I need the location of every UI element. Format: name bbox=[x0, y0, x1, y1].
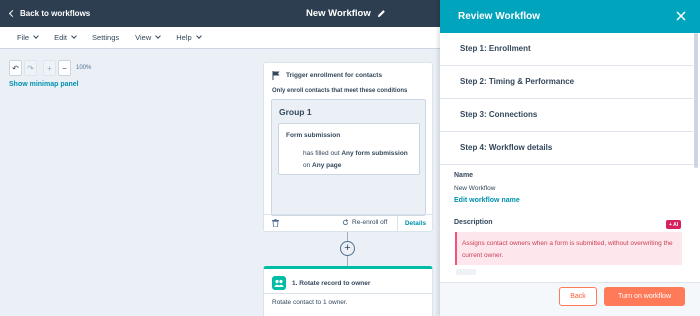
edit-description-button[interactable] bbox=[456, 269, 476, 275]
add-action-button[interactable]: + bbox=[340, 241, 355, 256]
menu-bar: File Edit Settings View Help bbox=[0, 27, 440, 49]
filter-value: Any page bbox=[312, 162, 342, 169]
turn-on-workflow-button[interactable]: Turn on workflow bbox=[604, 287, 685, 306]
step-connections[interactable]: Step 3: Connections bbox=[440, 99, 693, 132]
trigger-title: Trigger enrollment for contacts bbox=[286, 72, 383, 79]
enrollment-trigger-card[interactable]: Trigger enrollment for contacts Only enr… bbox=[263, 62, 433, 232]
menu-view[interactable]: View bbox=[135, 33, 162, 42]
step-label: Step 1: Enrollment bbox=[460, 44, 531, 53]
trigger-footer: Re-enroll off Details bbox=[264, 214, 432, 231]
menu-file[interactable]: File bbox=[17, 33, 39, 42]
description-value: Assigns contact owners when a form is su… bbox=[455, 232, 682, 265]
rotate-owner-icon bbox=[272, 276, 286, 290]
step-timing-performance[interactable]: Step 2: Timing & Performance bbox=[440, 66, 693, 99]
filter-text: has filled out bbox=[303, 150, 342, 157]
close-icon[interactable] bbox=[675, 10, 687, 22]
action-card[interactable]: 1. Rotate record to owner Rotate contact… bbox=[263, 266, 433, 316]
back-to-workflows-link[interactable]: Back to workflows bbox=[8, 9, 91, 18]
panel-header: Review Workflow bbox=[440, 0, 700, 33]
top-bar: Back to workflows New Workflow bbox=[0, 0, 440, 27]
canvas-toolbar: ↶ ↷ + − 100% bbox=[9, 60, 91, 76]
reenroll-toggle[interactable]: Re-enroll off bbox=[342, 219, 387, 226]
step-workflow-details[interactable]: Step 4: Workflow details bbox=[440, 132, 693, 165]
group-label: Group 1 bbox=[279, 107, 312, 117]
flag-icon bbox=[272, 71, 280, 80]
plus-icon: + bbox=[47, 63, 52, 73]
panel-scrollbar[interactable] bbox=[694, 33, 698, 168]
reenroll-label: Re-enroll off bbox=[352, 219, 388, 226]
chevron-left-icon bbox=[8, 9, 17, 18]
step-label: Step 2: Timing & Performance bbox=[460, 77, 575, 86]
filter-text: on bbox=[303, 162, 313, 169]
filter-value: Any form submission bbox=[341, 150, 408, 157]
zoom-out-button[interactable]: − bbox=[58, 60, 71, 76]
pencil-icon[interactable] bbox=[377, 9, 386, 18]
back-label: Back to workflows bbox=[20, 9, 91, 18]
menu-edit[interactable]: Edit bbox=[54, 33, 77, 42]
review-workflow-panel: Review Workflow Step 1: Enrollment Step … bbox=[440, 0, 700, 316]
redo-button[interactable]: ↷ bbox=[24, 60, 37, 76]
action-title: 1. Rotate record to owner bbox=[292, 280, 371, 287]
menu-view-label: View bbox=[135, 33, 152, 42]
step-label: Step 3: Connections bbox=[460, 110, 538, 119]
menu-help-label: Help bbox=[176, 33, 192, 42]
chevron-down-icon bbox=[71, 33, 77, 39]
chevron-down-icon bbox=[195, 33, 202, 39]
chevron-down-icon bbox=[155, 33, 162, 39]
workflow-title-text: New Workflow bbox=[306, 8, 371, 19]
minus-icon: − bbox=[62, 63, 67, 73]
undo-icon: ↶ bbox=[12, 63, 19, 73]
workflow-title[interactable]: New Workflow bbox=[306, 8, 386, 19]
action-description: Rotate contact to 1 owner. bbox=[272, 299, 348, 306]
name-label: Name bbox=[454, 172, 474, 179]
undo-button[interactable]: ↶ bbox=[9, 60, 22, 76]
menu-help[interactable]: Help bbox=[176, 33, 202, 42]
details-link[interactable]: Details bbox=[397, 215, 433, 231]
plus-icon: + bbox=[344, 242, 351, 254]
trash-icon[interactable] bbox=[272, 219, 279, 227]
show-minimap-link[interactable]: Show minimap panel bbox=[9, 81, 79, 88]
menu-settings[interactable]: Settings bbox=[92, 33, 119, 42]
filter-card[interactable]: Form submission has filled out Any form … bbox=[278, 123, 420, 175]
description-label: Description bbox=[454, 219, 493, 226]
filter-description: has filled out Any form submission on An… bbox=[303, 148, 415, 172]
menu-edit-label: Edit bbox=[54, 33, 68, 42]
condition-group: Group 1 Form submission has filled out A… bbox=[271, 99, 426, 216]
menu-file-label: File bbox=[17, 33, 30, 42]
ai-badge[interactable]: + AI bbox=[666, 220, 682, 229]
divider bbox=[264, 293, 432, 294]
step-enrollment[interactable]: Step 1: Enrollment bbox=[440, 33, 693, 66]
panel-title: Review Workflow bbox=[458, 11, 541, 22]
step-label: Step 4: Workflow details bbox=[460, 143, 553, 152]
zoom-in-button[interactable]: + bbox=[43, 60, 56, 76]
name-value: New Workflow bbox=[454, 185, 496, 192]
filter-title: Form submission bbox=[286, 132, 341, 139]
chevron-down-icon bbox=[33, 33, 39, 39]
refresh-icon bbox=[342, 219, 349, 226]
zoom-level: 100% bbox=[76, 65, 92, 71]
trigger-header: Trigger enrollment for contacts bbox=[272, 71, 382, 80]
menu-settings-label: Settings bbox=[92, 33, 120, 42]
edit-workflow-name-link[interactable]: Edit workflow name bbox=[454, 197, 520, 204]
back-button[interactable]: Back bbox=[559, 287, 597, 306]
enroll-condition-note: Only enroll contacts that meet these con… bbox=[272, 88, 408, 94]
redo-icon: ↷ bbox=[27, 63, 34, 73]
